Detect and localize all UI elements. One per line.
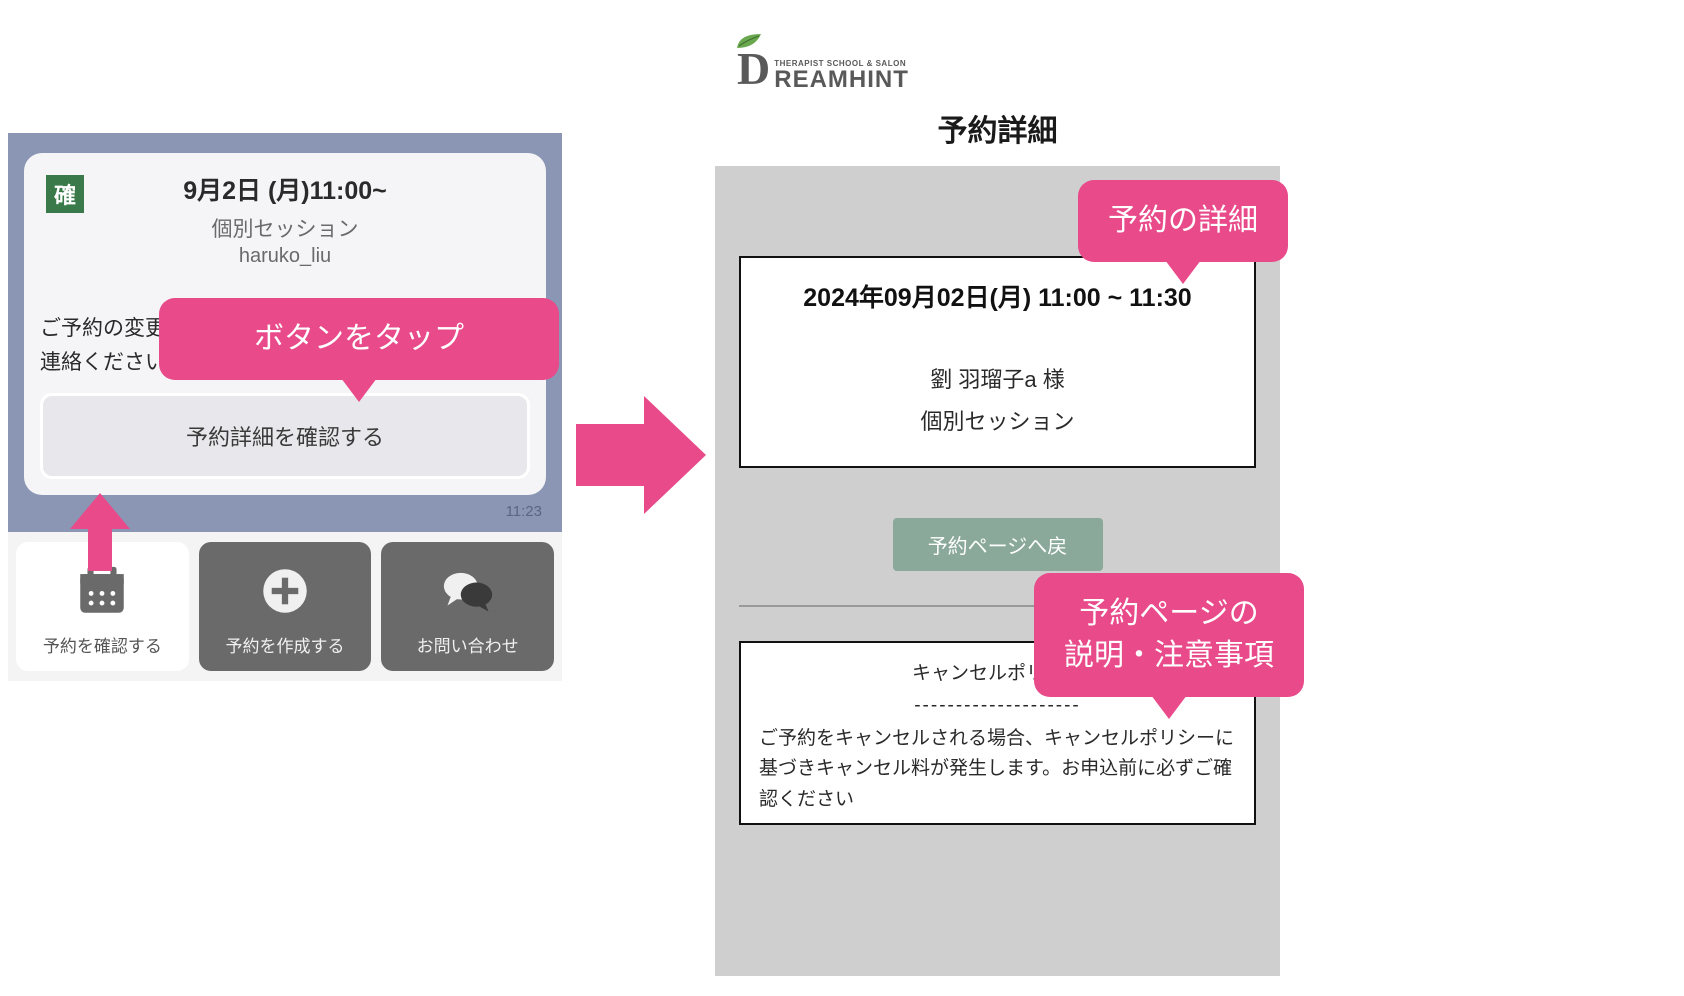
line-chat-screenshot: 確 9月2日 (月)11:00~ 個別セッション haruko_liu ご予約の… xyxy=(8,133,562,681)
view-reservation-detail-button[interactable]: 予約詳細を確認する xyxy=(40,393,530,479)
page-title: 予約詳細 xyxy=(737,106,1258,150)
logo-text: REAMHINT xyxy=(774,68,909,92)
callout-text: 予約の詳細 xyxy=(1108,204,1258,237)
callout-text: 予約ページの 説明・注意事項 xyxy=(1064,597,1274,672)
leaf-icon xyxy=(735,32,763,50)
reservation-detail-page: D THERAPIST SCHOOL & SALON REAMHINT 予約詳細… xyxy=(715,20,1280,976)
callout-text: ボタンをタップ xyxy=(254,322,464,355)
reservation-username: haruko_liu xyxy=(40,245,530,268)
tab-label: 予約を作成する xyxy=(226,632,345,657)
plus-circle-icon xyxy=(250,560,320,622)
logo-letter-d: D xyxy=(737,46,770,92)
transition-arrow-icon xyxy=(576,390,706,520)
dreamhint-logo: D THERAPIST SCHOOL & SALON REAMHINT xyxy=(737,46,1258,92)
service-name: 個別セッション xyxy=(751,404,1244,436)
tab-label: お問い合わせ xyxy=(417,632,519,657)
tab-label: 予約を確認する xyxy=(43,632,162,657)
chat-bubbles-icon xyxy=(433,560,503,622)
pointer-arrow-icon xyxy=(70,493,130,571)
reservation-detail-card: 2024年09月02日(月) 11:00 ~ 11:30 劉 羽瑠子a 様 個別… xyxy=(739,256,1256,468)
reservation-date-title: 9月2日 (月)11:00~ xyxy=(40,171,530,207)
policy-body: ご予約をキャンセルされる場合、キャンセルポリシーに基づきキャンセル料が発生します… xyxy=(759,724,1236,815)
reservation-type: 個別セッション xyxy=(40,213,530,243)
customer-name: 劉 羽瑠子a 様 xyxy=(751,362,1244,394)
tab-contact[interactable]: お問い合わせ xyxy=(381,542,554,671)
tab-create-reservation[interactable]: 予約を作成する xyxy=(199,542,372,671)
callout-tail-icon xyxy=(1151,695,1187,719)
callout-reservation-detail: 予約の詳細 xyxy=(1078,180,1288,262)
callout-tap-button: ボタンをタップ xyxy=(159,298,559,380)
back-to-reservation-button[interactable]: 予約ページへ戻 xyxy=(893,518,1103,571)
confirm-badge: 確 xyxy=(46,175,84,213)
callout-tail-icon xyxy=(341,378,377,402)
callout-tail-icon xyxy=(1165,260,1201,284)
callout-page-notes: 予約ページの 説明・注意事項 xyxy=(1034,573,1304,697)
page-header: D THERAPIST SCHOOL & SALON REAMHINT 予約詳細 xyxy=(715,20,1280,166)
